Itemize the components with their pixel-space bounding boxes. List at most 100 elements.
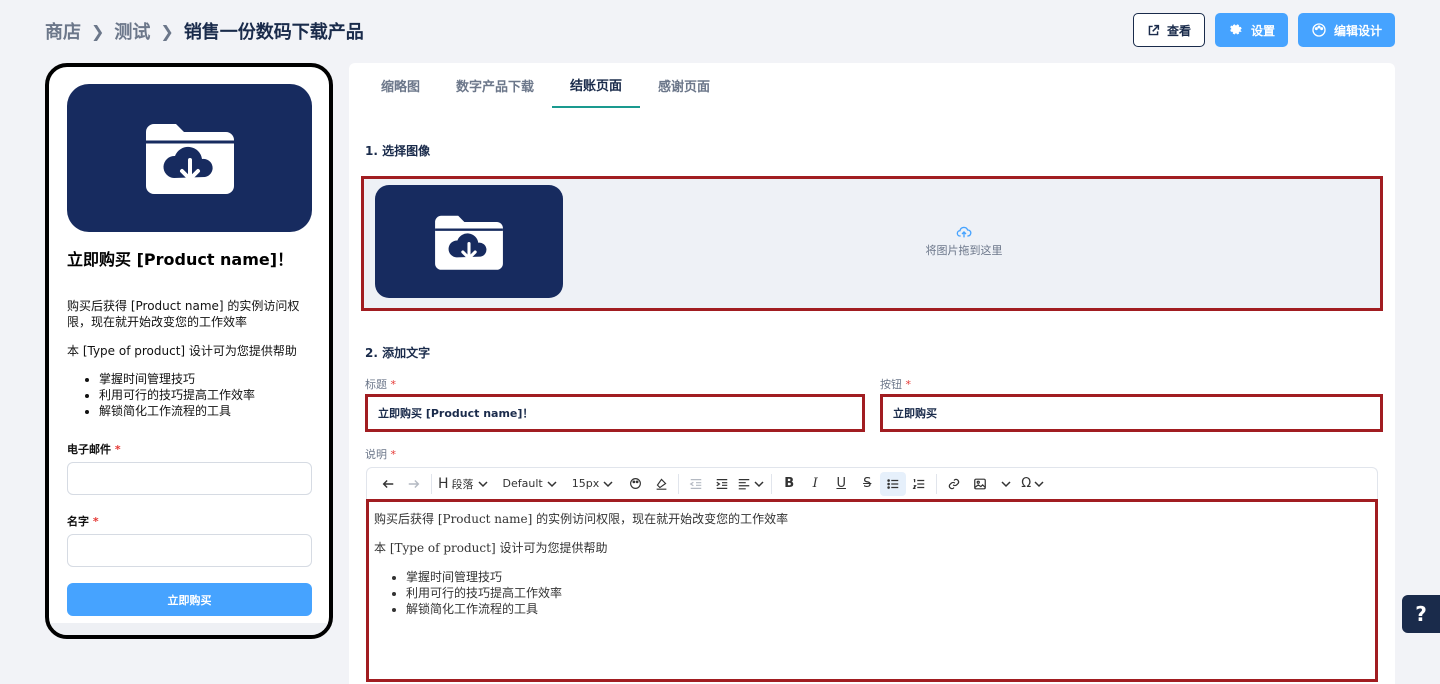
breadcrumb-store[interactable]: 商店 [45,18,81,44]
editor-paragraph: 本 [Type of product] 设计可为您提供帮助 [374,541,608,555]
list-item: 解锁简化工作流程的工具 [406,601,1370,617]
heading-field-label: 标题 * [365,376,396,392]
view-button-label: 查看 [1166,23,1191,38]
preview-title: 立即购买 [Product name]！ [67,250,294,269]
font-family-select[interactable]: Default [501,472,560,496]
align-select[interactable] [735,472,767,496]
list-item: 利用可行的技巧提高工作效率 [99,387,312,403]
font-size-select[interactable]: 15px [570,472,617,496]
button-field-label: 按钮 * [880,376,911,392]
tab-thank-you[interactable]: 感谢页面 [640,63,728,108]
underline-button[interactable]: U [828,472,854,496]
strikethrough-icon: S [863,476,872,491]
help-button[interactable]: ? [1402,595,1440,633]
email-label-text: 电子邮件 [67,443,111,456]
editor-toolbar: H 段落 Default 15px B I U S Ω [366,467,1378,499]
description-field-label: 说明 * [365,446,396,462]
highlighter-icon [656,478,667,490]
align-left-icon [738,478,750,489]
upload-cloud-icon [956,226,972,238]
special-char-select[interactable]: Ω [1019,472,1047,496]
link-button[interactable] [941,472,967,496]
description-editor[interactable]: 购买后获得 [Product name] 的实例访问权限，现在就开始改变您的工作… [366,499,1378,682]
preview-description: 购买后获得 [Product name] 的实例访问权限，现在就开始改变您的工作… [67,298,312,419]
settings-button-label: 设置 [1250,23,1275,38]
font-family-select-value: Default [502,477,543,490]
highlight-button[interactable] [648,472,674,496]
chevron-down-icon [547,480,557,487]
edit-design-button[interactable]: 编辑设计 [1297,13,1395,47]
breadcrumb-test[interactable]: 测试 [114,18,150,44]
undo-button[interactable] [375,472,401,496]
email-label: 电子邮件 * [67,441,312,457]
editor-paragraph: 购买后获得 [Product name] 的实例访问权限，现在就开始改变您的工作… [374,512,789,526]
undo-icon [382,479,394,488]
insert-more-dropdown[interactable] [993,472,1019,496]
edit-design-button-label: 编辑设计 [1333,23,1382,38]
chevron-down-icon [754,480,764,487]
name-field[interactable] [67,534,312,567]
list-item: 解锁简化工作流程的工具 [99,403,312,419]
name-label-text: 名字 [67,515,89,528]
toolbar-divider [431,473,432,494]
redo-icon [408,479,420,488]
email-field[interactable] [67,462,312,495]
drop-hint-text: 将图片拖到这里 [925,244,1003,257]
image-button[interactable] [967,472,993,496]
tab-digital-download[interactable]: 数字产品下载 [438,63,552,108]
preview-desc-paragraph: 本 [Type of product] 设计可为您提供帮助 [67,344,297,358]
paragraph-select[interactable]: H 段落 [436,472,491,496]
redo-button[interactable] [401,472,427,496]
selected-image-thumbnail[interactable] [375,185,563,298]
image-icon [974,478,987,489]
required-mark: * [92,515,99,528]
outdent-button[interactable] [683,472,709,496]
preview-footer [49,623,329,635]
text-color-button[interactable] [622,472,648,496]
section-select-image-title: 1. 选择图像 [365,144,431,158]
button-text-input[interactable]: 立即购买 [880,394,1383,432]
product-image [67,84,312,232]
description-label-text: 说明 [365,448,387,461]
gear-icon [1230,24,1242,35]
tab-bar: 缩略图 数字产品下载 结账页面 感谢页面 [363,63,728,108]
numbered-list-button[interactable] [906,472,932,496]
palette-icon [629,478,641,489]
heading-input[interactable]: 立即购买 [Product name]！ [365,394,865,432]
header-actions: 查看 设置 编辑设计 [1132,13,1395,47]
breadcrumb: 商店 ❯ 测试 ❯ 销售一份数码下载产品 [45,18,364,44]
view-button[interactable]: 查看 [1132,13,1205,47]
required-mark: * [390,448,397,461]
list-item: 掌握时间管理技巧 [406,569,1370,585]
toolbar-divider [771,473,773,494]
list-item: 掌握时间管理技巧 [99,371,312,387]
heading-label-text: 标题 [365,378,387,391]
italic-button[interactable]: I [802,472,828,496]
chevron-right-icon: ❯ [160,21,174,41]
chevron-down-icon [1001,480,1011,487]
chevron-down-icon [478,480,488,487]
preview-desc-paragraph: 购买后获得 [Product name] 的实例访问权限，现在就开始改变您的工作… [67,299,300,329]
checkout-preview: 立即购买 [Product name]！ 购买后获得 [Product name… [45,63,333,639]
section-add-text-title: 2. 添加文字 [365,346,431,360]
link-icon [949,478,960,489]
strikethrough-button[interactable]: S [854,472,880,496]
external-link-icon [1148,24,1160,35]
tab-checkout[interactable]: 结账页面 [552,63,641,108]
required-mark: * [905,378,912,391]
bold-icon: B [784,476,795,491]
buy-now-button[interactable]: 立即购买 [67,583,312,616]
bold-button[interactable]: B [776,472,802,496]
preview-benefit-list: 掌握时间管理技巧 利用可行的技巧提高工作效率 解锁简化工作流程的工具 [67,371,312,419]
folder-download-icon [435,215,503,270]
tab-thumbnail[interactable]: 缩略图 [363,63,438,108]
settings-button[interactable]: 设置 [1214,13,1288,47]
image-dropzone[interactable]: 将图片拖到这里 [361,176,1383,311]
button-label-text: 按钮 [880,378,902,391]
indent-button[interactable] [709,472,735,496]
chevron-right-icon: ❯ [91,21,105,41]
bullet-list-icon [887,478,899,489]
breadcrumb-current: 销售一份数码下载产品 [183,22,364,43]
chevron-down-icon [603,480,613,487]
bullet-list-button[interactable] [880,471,907,496]
